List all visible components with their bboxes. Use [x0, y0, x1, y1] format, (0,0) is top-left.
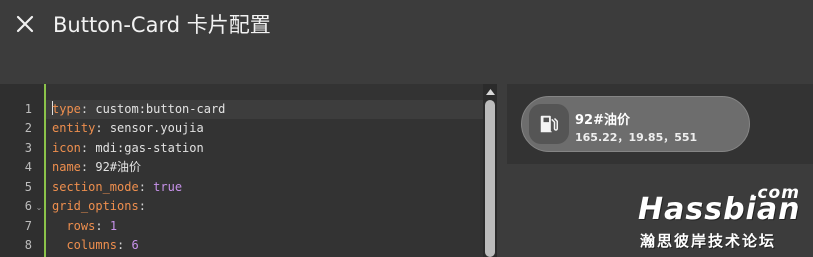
code-text: rows: 1	[52, 217, 117, 237]
code-line[interactable]: icon: mdi:gas-station	[46, 139, 483, 159]
line-number: 3	[24, 140, 32, 155]
yaml-separator: :	[95, 121, 110, 135]
yaml-key: section_mode	[52, 179, 139, 194]
code-line[interactable]: section_mode: true	[46, 178, 483, 198]
yaml-value: sensor.youjia	[109, 121, 204, 135]
fold-toggle	[34, 139, 44, 159]
yaml-code-editor[interactable]: 1 type: custom:button-card 2 entity: sensor…	[0, 84, 497, 257]
yaml-separator: :	[80, 140, 96, 155]
code-text: entity: sensor.youjia	[52, 119, 204, 139]
line-number: 6	[24, 199, 32, 213]
code-text: type: custom:button-card	[52, 100, 225, 120]
close-icon	[16, 15, 34, 33]
scrollbar-thumb[interactable]	[485, 100, 495, 257]
line-number: 7	[24, 218, 32, 233]
yaml-separator: :	[117, 238, 132, 252]
yaml-separator: :	[80, 101, 96, 116]
vertical-scrollbar[interactable]	[483, 84, 497, 257]
line-number: 5	[24, 179, 32, 194]
fold-toggle	[34, 119, 44, 139]
code-line[interactable]: columns: 6	[46, 236, 483, 256]
fold-toggle	[34, 217, 44, 237]
yaml-value: custom:button-card	[95, 101, 226, 116]
line-number: 4	[24, 160, 32, 174]
yaml-separator: :	[138, 199, 146, 213]
code-line[interactable]: rows: 1	[46, 217, 483, 237]
code-line[interactable]: name: 92#油价	[46, 158, 483, 178]
fold-toggle	[34, 158, 44, 178]
scroll-up-button[interactable]	[483, 86, 497, 98]
code-text: grid_options:	[52, 197, 146, 217]
card-state: 165.22，19.85，551	[575, 131, 698, 144]
gas-station-icon	[540, 115, 558, 133]
fold-toggle	[34, 178, 44, 198]
yaml-value: 92#油价	[95, 160, 142, 174]
yaml-key: entity	[52, 121, 96, 135]
arrow-up-icon	[485, 89, 495, 95]
watermark-subtitle: 瀚思彼岸技术论坛	[640, 232, 777, 250]
yaml-value: true	[153, 179, 183, 194]
button-card-preview[interactable]: 92#油价 165.22，19.85，551	[521, 96, 750, 152]
yaml-key: icon	[52, 140, 81, 155]
yaml-value: mdi:gas-station	[95, 140, 204, 155]
code-line[interactable]: entity: sensor.youjia	[46, 119, 483, 139]
yaml-key: name	[52, 160, 81, 174]
hassbian-watermark: .com Hassbian 瀚思彼岸技术论坛	[634, 183, 813, 257]
close-button[interactable]	[12, 11, 38, 37]
dialog-header: Button-Card 卡片配置	[0, 0, 813, 50]
line-number: 2	[24, 121, 32, 135]
fold-toggle	[34, 236, 44, 256]
line-number: 1	[24, 101, 32, 116]
watermark-name: Hassbian	[638, 192, 801, 227]
code-text: section_mode: true	[52, 178, 182, 198]
fold-toggle[interactable]: ⌄	[34, 197, 44, 217]
yaml-separator: :	[80, 160, 96, 174]
card-name: 92#油价	[575, 113, 630, 128]
yaml-value: 1	[109, 218, 118, 233]
yaml-separator: :	[138, 179, 154, 194]
code-line[interactable]: grid_options:	[46, 197, 483, 217]
yaml-key: grid_options	[52, 199, 139, 213]
yaml-value: 6	[131, 238, 139, 252]
code-text: columns: 6	[52, 236, 139, 256]
yaml-key: rows	[52, 218, 96, 233]
yaml-key: type	[52, 101, 81, 116]
yaml-separator: :	[95, 218, 110, 233]
code-text: name: 92#油价	[52, 158, 141, 178]
code-line[interactable]: type: custom:button-card	[46, 99, 483, 120]
dialog-title: Button-Card 卡片配置	[53, 13, 271, 37]
line-number: 8	[24, 238, 32, 252]
code-text: icon: mdi:gas-station	[52, 139, 204, 159]
fold-toggle	[34, 100, 44, 120]
yaml-key: columns	[52, 238, 118, 252]
card-icon-container	[529, 104, 569, 144]
